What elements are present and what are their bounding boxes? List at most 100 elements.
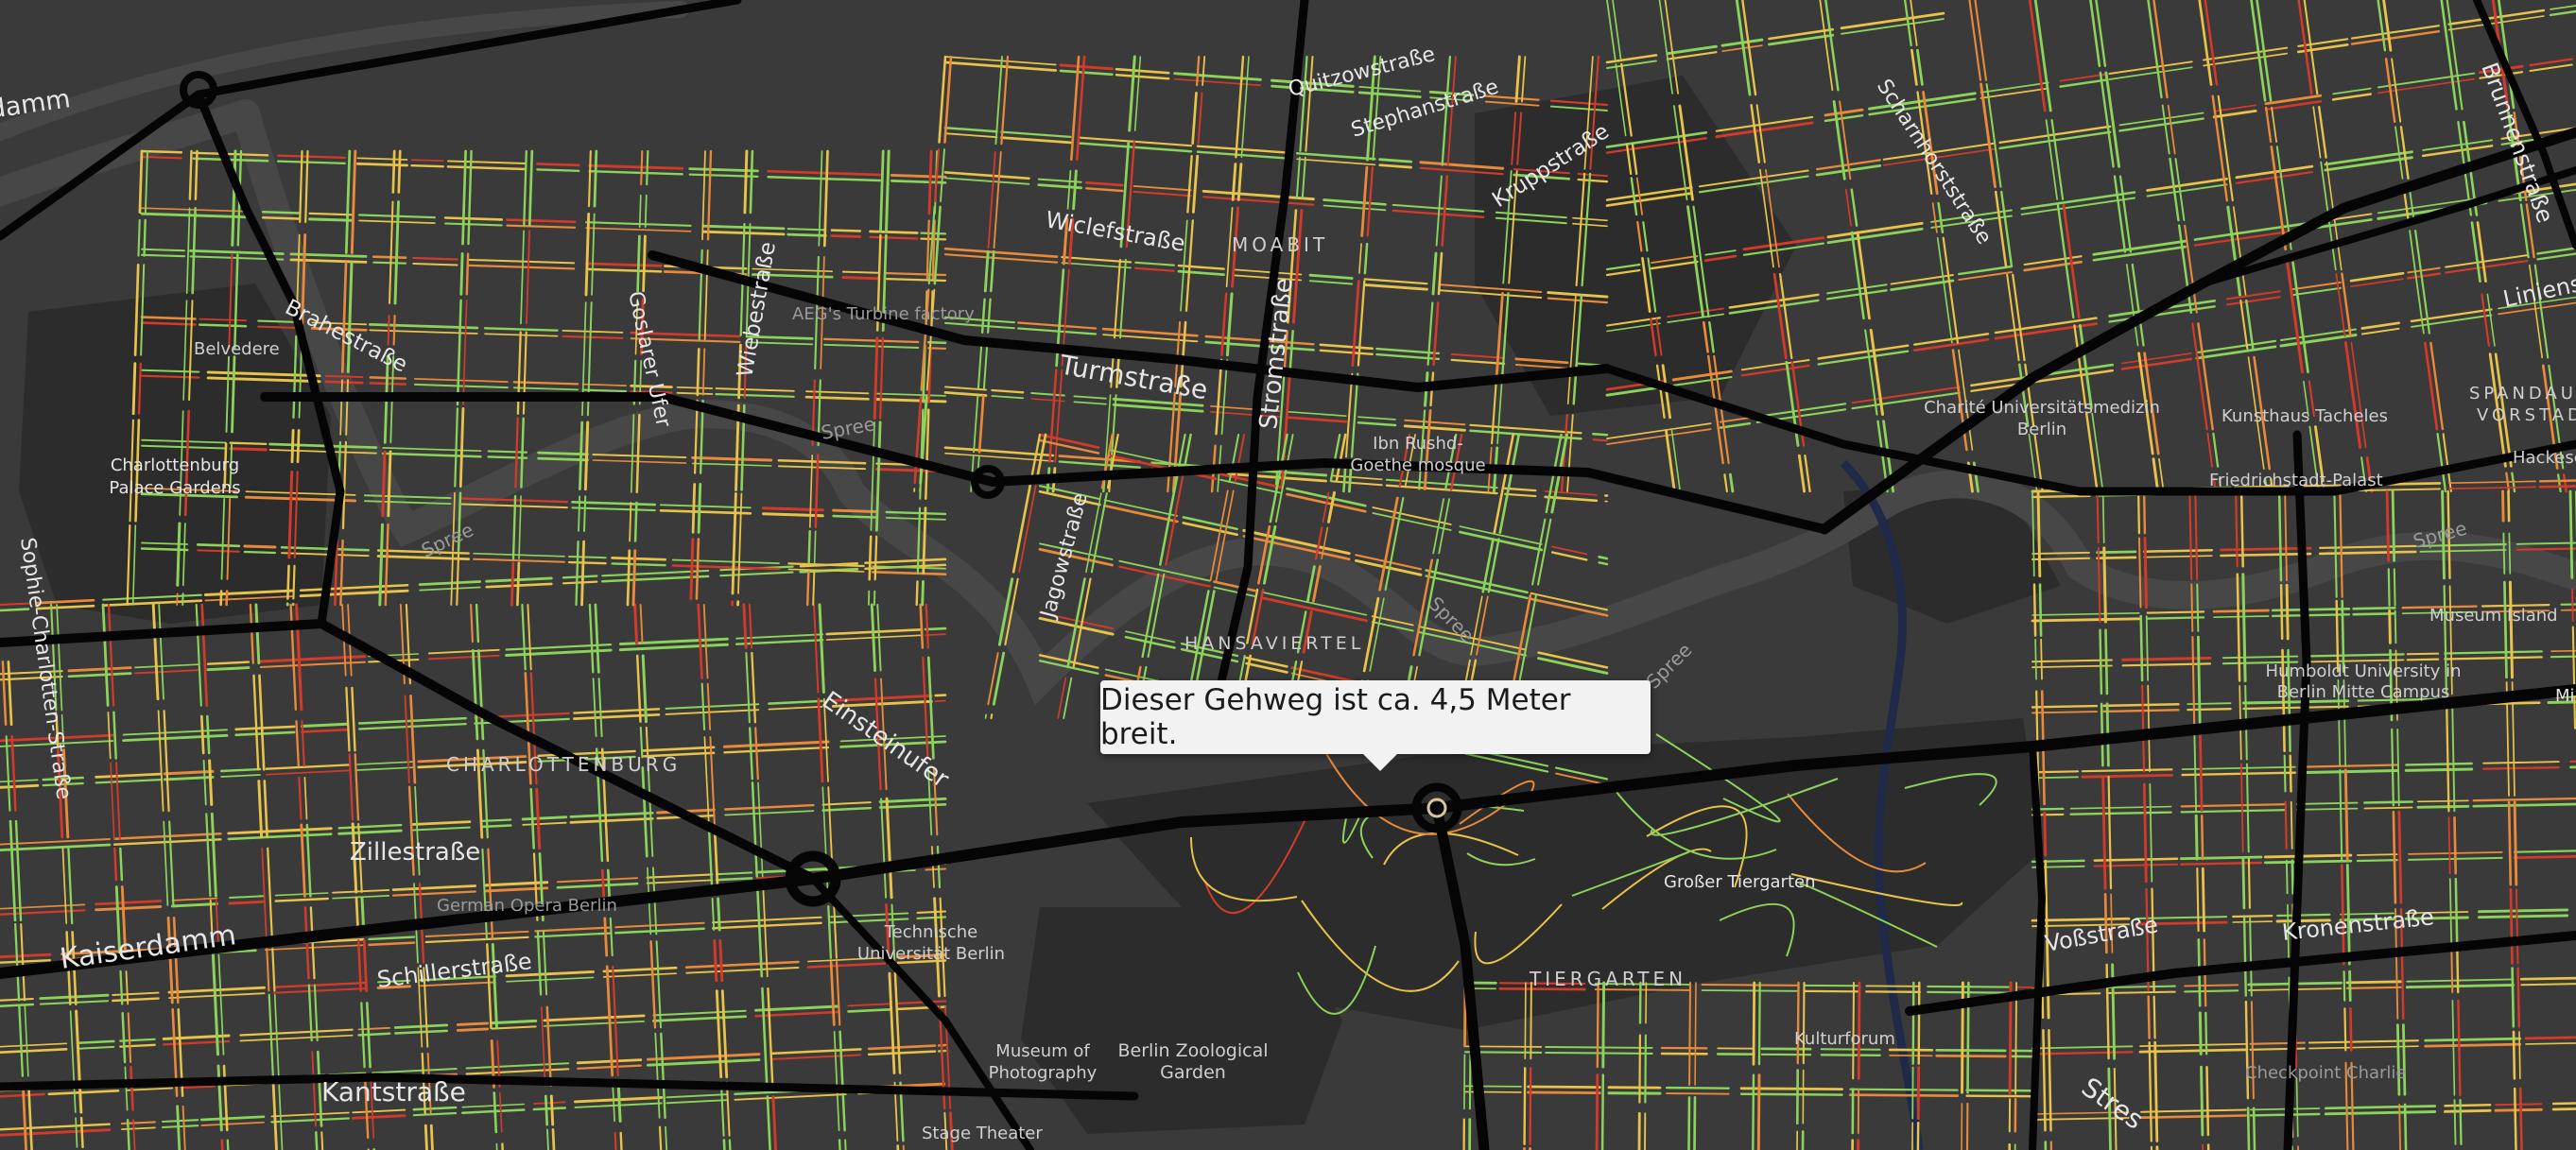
- sidewalk-segment: [1596, 981, 1599, 1069]
- sidewalk-segment: [296, 429, 301, 464]
- sidewalk-segment: [2139, 614, 2144, 682]
- sidewalk-segment: [2447, 816, 2451, 875]
- sidewalk-segment: [1757, 981, 1761, 1066]
- street-label-zillestrasse: Zillestraße: [350, 838, 480, 867]
- place-label-humboldt-1: Humboldt University in: [2265, 661, 2461, 681]
- sidewalk-segment: [1638, 1034, 1642, 1104]
- sidewalk-segment: [2200, 1065, 2204, 1137]
- sidewalk-segment: [546, 1128, 549, 1150]
- sidewalk-segment: [762, 506, 824, 512]
- sidewalk-segment: [1687, 1096, 1691, 1150]
- sidewalk-segment: [2031, 557, 2090, 560]
- sidewalk-segment: [2508, 532, 2512, 575]
- sidewalk-segment: [2190, 583, 2194, 632]
- sidewalk-segment: [696, 347, 700, 397]
- sidewalk-segment: [2300, 769, 2399, 775]
- sidewalk-segment: [1592, 432, 1609, 437]
- sidewalk-segment: [567, 560, 607, 565]
- sidewalk-segment: [2242, 917, 2248, 997]
- sidewalk-segment: [2232, 920, 2273, 923]
- tooltip-pointer: [1363, 754, 1397, 771]
- sidewalk-segment: [1600, 1073, 1605, 1150]
- sidewalk-segment: [391, 149, 396, 194]
- place-label-kulturforum: Kulturforum: [1794, 1029, 1895, 1049]
- sidewalk-segment: [1739, 1092, 1843, 1096]
- sidewalk-segment: [424, 1124, 428, 1150]
- sidewalk-segment: [2285, 583, 2290, 641]
- sidewalk-segment: [196, 543, 241, 548]
- sidewalk-segment: [2516, 967, 2521, 1028]
- sidewalk-segment: [1752, 981, 1756, 1066]
- sidewalk-segment: [2343, 970, 2346, 1002]
- sidewalk-segment: [1545, 1046, 1653, 1049]
- sidewalk-segment: [2121, 656, 2212, 661]
- sidewalk-segment: [869, 230, 919, 234]
- sidewalk-segment: [1802, 981, 1806, 1065]
- sidewalk-segment: [2102, 703, 2180, 708]
- sidewalk-segment: [614, 1131, 617, 1150]
- sidewalk-segment: [2519, 976, 2576, 981]
- sidewalk-segment: [2343, 1007, 2347, 1052]
- sidewalk-segment: [2404, 767, 2474, 772]
- sidewalk-segment: [2363, 800, 2413, 804]
- sidewalk-segment: [315, 1130, 319, 1150]
- sidewalk-segment: [718, 939, 724, 983]
- sidewalk-segment: [2398, 1104, 2402, 1150]
- place-label-humboldt-2: Berlin Mitte Campus: [2277, 682, 2450, 702]
- sidewalk-segment: [658, 1125, 663, 1150]
- place-label-mi: Mi: [2555, 686, 2575, 706]
- sidewalk-segment: [2551, 1107, 2576, 1111]
- sidewalk-segment: [2241, 857, 2246, 910]
- sidewalk-segment: [1644, 1034, 1648, 1104]
- sidewalk-segment: [2518, 1087, 2523, 1150]
- sidewalk-segment: [536, 168, 580, 173]
- sidewalk-segment: [137, 218, 141, 257]
- sidewalk-segment: [199, 714, 205, 755]
- sidewalk-segment: [562, 575, 598, 579]
- place-label-german-opera: German Opera Berlin: [437, 896, 617, 916]
- sidewalk-width-map[interactable]: damm Brahestraße Goslarer Ufer Wiebestra…: [0, 0, 2576, 1150]
- sidewalk-segment: [844, 1139, 847, 1150]
- sidewalk-segment: [1694, 982, 1697, 1086]
- sidewalk-segment: [1965, 1089, 2034, 1092]
- sidewalk-segment: [2239, 489, 2244, 568]
- sidewalk-segment: [516, 561, 521, 607]
- sidewalk-segment: [2102, 546, 2107, 624]
- sidewalk-segment: [1527, 1085, 1601, 1089]
- place-label-aeg: AEG's Turbine factory: [792, 304, 975, 324]
- place-label-belvedere: Belvedere: [194, 339, 280, 359]
- sidewalk-segment: [990, 713, 994, 720]
- sidewalk-segment: [324, 380, 364, 385]
- sidewalk-segment: [755, 869, 791, 874]
- sidewalk-segment: [2345, 980, 2402, 985]
- sidewalk-segment: [324, 374, 364, 379]
- sidewalk-segment: [2212, 609, 2270, 613]
- place-label-zoo-1: Berlin Zoological: [1117, 1040, 1268, 1061]
- sidewalk-segment: [286, 564, 290, 600]
- sidewalk-segment: [198, 323, 248, 328]
- place-label-friedrichstadt: Friedrichstadt-Palast: [2209, 471, 2383, 490]
- sidewalk-segment: [176, 522, 182, 587]
- sidewalk-segment: [611, 557, 666, 561]
- sidewalk-segment: [2478, 908, 2569, 914]
- place-label-zoo-2: Garden: [1160, 1062, 1226, 1083]
- sidewalk-segment: [2507, 800, 2513, 886]
- sidewalk-segment: [2509, 887, 2514, 965]
- sidewalk-segment: [1965, 1094, 2034, 1098]
- sidewalk-segment: [2105, 990, 2176, 994]
- sidewalk-segment: [549, 1094, 555, 1126]
- sidewalk-segment: [2515, 541, 2576, 545]
- sidewalk-segment: [2285, 859, 2289, 895]
- sidewalk-segment: [2291, 859, 2294, 895]
- sidewalk-segment: [616, 1081, 622, 1123]
- sidewalk-segment: [2034, 638, 2037, 680]
- sidewalk-segment: [812, 571, 816, 606]
- place-label-grosser-tiergarten: Großer Tiergarten: [1664, 872, 1816, 892]
- place-label-spandauer-2: VORSTADT: [2477, 405, 2576, 425]
- place-label-hackesch: Hackesch: [2513, 448, 2576, 468]
- sidewalk-segment: [2518, 1031, 2521, 1080]
- sidewalk-segment: [743, 149, 749, 215]
- sidewalk-segment: [2200, 815, 2204, 861]
- sidewalk-segment: [487, 450, 528, 454]
- sidewalk-segment: [646, 149, 649, 186]
